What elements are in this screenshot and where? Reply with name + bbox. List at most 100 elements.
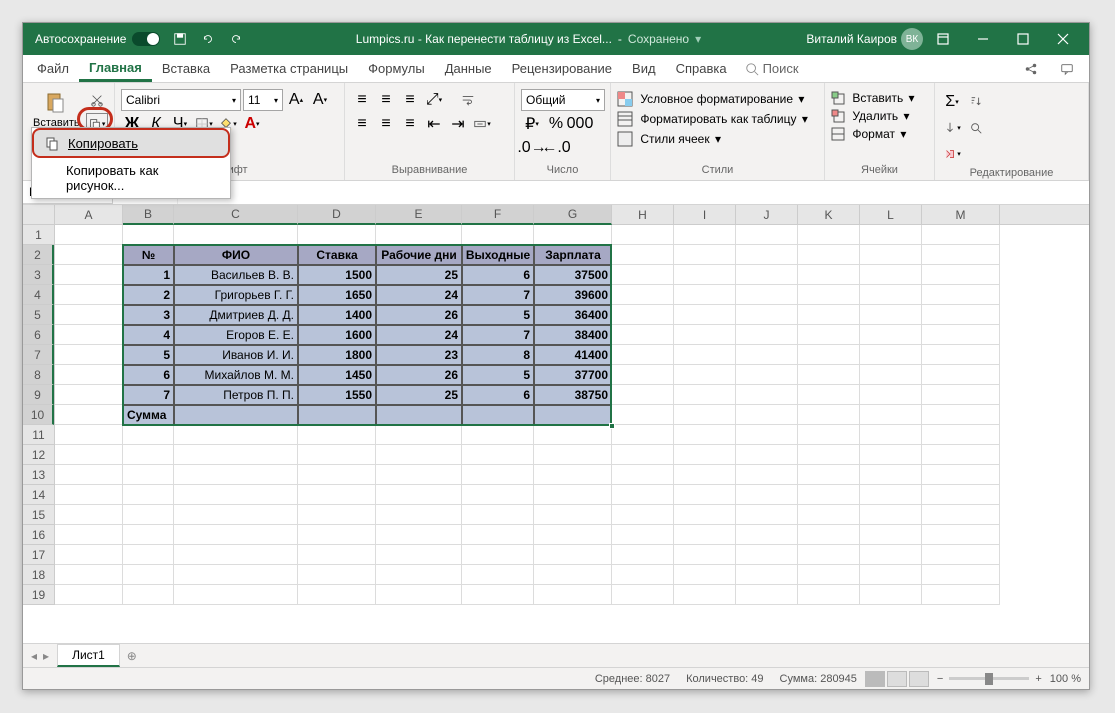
percent-icon[interactable]: %: [545, 113, 567, 135]
tab-data[interactable]: Данные: [435, 55, 502, 82]
format-cells-button[interactable]: Формат ▾: [831, 127, 906, 141]
currency-icon[interactable]: ₽▾: [521, 113, 543, 135]
table-cell[interactable]: 1550: [298, 385, 376, 405]
row-header-5[interactable]: 5: [23, 305, 54, 325]
view-pagelayout-icon[interactable]: [887, 671, 907, 687]
cell[interactable]: [55, 405, 123, 425]
cell[interactable]: [922, 585, 1000, 605]
cell[interactable]: [674, 405, 736, 425]
cell[interactable]: [922, 545, 1000, 565]
table-cell[interactable]: 38750: [534, 385, 612, 405]
cell[interactable]: [534, 565, 612, 585]
redo-icon[interactable]: [225, 28, 247, 50]
cell[interactable]: [462, 465, 534, 485]
cell[interactable]: [798, 385, 860, 405]
cell[interactable]: [674, 445, 736, 465]
cell[interactable]: [736, 305, 798, 325]
view-pagebreak-icon[interactable]: [909, 671, 929, 687]
cell[interactable]: [612, 305, 674, 325]
cell[interactable]: [922, 325, 1000, 345]
cell[interactable]: [736, 525, 798, 545]
row-header-2[interactable]: 2: [23, 245, 54, 265]
cell[interactable]: [860, 465, 922, 485]
undo-icon[interactable]: [197, 28, 219, 50]
cell[interactable]: [674, 585, 736, 605]
table-header[interactable]: Выходные: [462, 245, 534, 265]
cell[interactable]: [534, 545, 612, 565]
cell[interactable]: [922, 525, 1000, 545]
cell[interactable]: [534, 225, 612, 245]
cell[interactable]: [174, 425, 298, 445]
cell[interactable]: [174, 445, 298, 465]
cell[interactable]: [298, 445, 376, 465]
cell[interactable]: [922, 385, 1000, 405]
table-cell[interactable]: 1600: [298, 325, 376, 345]
row-header-6[interactable]: 6: [23, 325, 54, 345]
cell[interactable]: [55, 505, 123, 525]
decrease-indent-icon[interactable]: ⇤: [423, 113, 445, 135]
cell[interactable]: [123, 545, 174, 565]
cell[interactable]: [462, 225, 534, 245]
tab-home[interactable]: Главная: [79, 55, 152, 82]
selection-handle[interactable]: [609, 423, 615, 429]
table-cell[interactable]: 4: [123, 325, 174, 345]
col-header-L[interactable]: L: [860, 205, 922, 225]
table-cell[interactable]: 26: [376, 305, 462, 325]
table-cell[interactable]: 38400: [534, 325, 612, 345]
cell[interactable]: [462, 565, 534, 585]
sort-filter-icon[interactable]: [965, 91, 987, 113]
cell[interactable]: [612, 385, 674, 405]
table-cell[interactable]: 1800: [298, 345, 376, 365]
wrap-text-icon[interactable]: [457, 89, 479, 111]
cell[interactable]: [860, 405, 922, 425]
table-cell[interactable]: 6: [123, 365, 174, 385]
cell[interactable]: [798, 285, 860, 305]
table-cell[interactable]: 25: [376, 265, 462, 285]
cell[interactable]: [174, 585, 298, 605]
row-header-1[interactable]: 1: [23, 225, 54, 245]
cell[interactable]: [612, 325, 674, 345]
cell[interactable]: [376, 545, 462, 565]
cell[interactable]: [612, 585, 674, 605]
merge-icon[interactable]: ▾: [471, 113, 493, 135]
table-cell[interactable]: 5: [123, 345, 174, 365]
tab-formulas[interactable]: Формулы: [358, 55, 435, 82]
cell[interactable]: [123, 225, 174, 245]
col-header-J[interactable]: J: [736, 205, 798, 225]
cell[interactable]: [922, 365, 1000, 385]
decrease-decimal-icon[interactable]: ←.0: [545, 137, 567, 159]
cell[interactable]: [123, 445, 174, 465]
cell[interactable]: [612, 365, 674, 385]
cell[interactable]: [674, 565, 736, 585]
cell[interactable]: [376, 565, 462, 585]
cell[interactable]: [798, 305, 860, 325]
cell[interactable]: [534, 505, 612, 525]
cell[interactable]: [674, 425, 736, 445]
cell[interactable]: [736, 325, 798, 345]
col-header-B[interactable]: B: [123, 205, 174, 225]
align-top-icon[interactable]: ≡: [351, 89, 373, 111]
table-cell[interactable]: 6: [462, 265, 534, 285]
cell[interactable]: [55, 325, 123, 345]
orientation-icon[interactable]: ⤢▾: [423, 89, 445, 111]
cell[interactable]: [462, 445, 534, 465]
table-cell[interactable]: 37700: [534, 365, 612, 385]
row-header-16[interactable]: 16: [23, 525, 54, 545]
align-left-icon[interactable]: ≡: [351, 113, 373, 135]
table-cell[interactable]: 1650: [298, 285, 376, 305]
cell[interactable]: [298, 525, 376, 545]
table-cell[interactable]: 7: [462, 325, 534, 345]
table-cell[interactable]: 1: [123, 265, 174, 285]
align-center-icon[interactable]: ≡: [375, 113, 397, 135]
cell[interactable]: [736, 285, 798, 305]
cell[interactable]: [376, 465, 462, 485]
table-cell[interactable]: 36400: [534, 305, 612, 325]
table-cell[interactable]: Васильев В. В.: [174, 265, 298, 285]
row-header-17[interactable]: 17: [23, 545, 54, 565]
cell[interactable]: [798, 465, 860, 485]
comments-icon[interactable]: [1049, 55, 1085, 82]
cell[interactable]: [612, 545, 674, 565]
cell[interactable]: [736, 425, 798, 445]
row-header-15[interactable]: 15: [23, 505, 54, 525]
cell[interactable]: [612, 525, 674, 545]
